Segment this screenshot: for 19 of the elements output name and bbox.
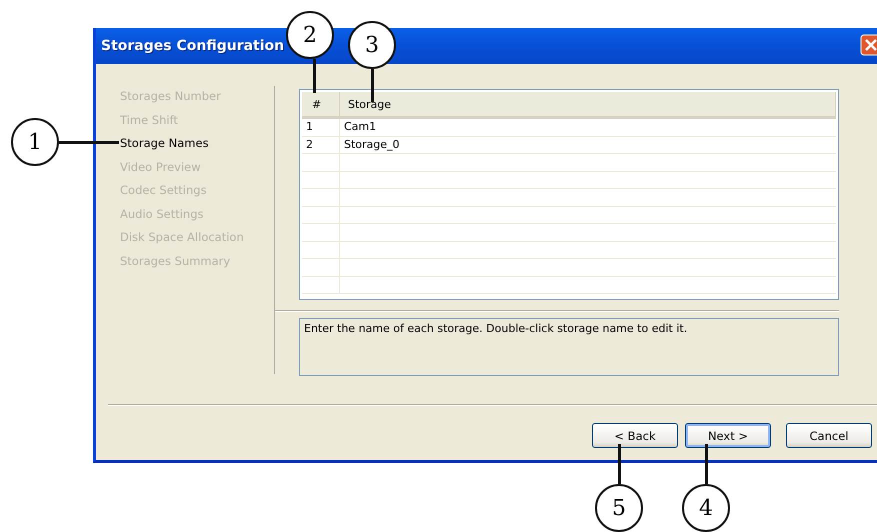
wizard-button[interactable]: Next >	[685, 423, 771, 448]
callout-number: 2	[286, 11, 334, 59]
table-cell: 1	[302, 119, 340, 136]
table-cell-text: Storage_0	[343, 136, 401, 153]
callout-number: 5	[595, 484, 643, 532]
table-cell-text: Cam1	[343, 119, 378, 135]
leader-line	[59, 141, 119, 144]
callout-number: 1	[11, 118, 59, 166]
leader-line	[313, 59, 316, 93]
leader-line	[705, 444, 708, 484]
description-text: Enter the name of each storage. Double-click storage name to edit it.	[299, 318, 839, 376]
close-icon[interactable]	[860, 34, 877, 56]
table-cell: 2	[302, 136, 340, 153]
wizard-step[interactable]: Storage Names	[120, 135, 274, 152]
wizard-button[interactable]: Cancel	[786, 423, 872, 448]
window-title: Storages Configuration	[101, 38, 284, 54]
leader-line	[618, 444, 621, 484]
wizard-button[interactable]: < Back	[592, 423, 678, 448]
callout-number: 4	[682, 484, 730, 532]
